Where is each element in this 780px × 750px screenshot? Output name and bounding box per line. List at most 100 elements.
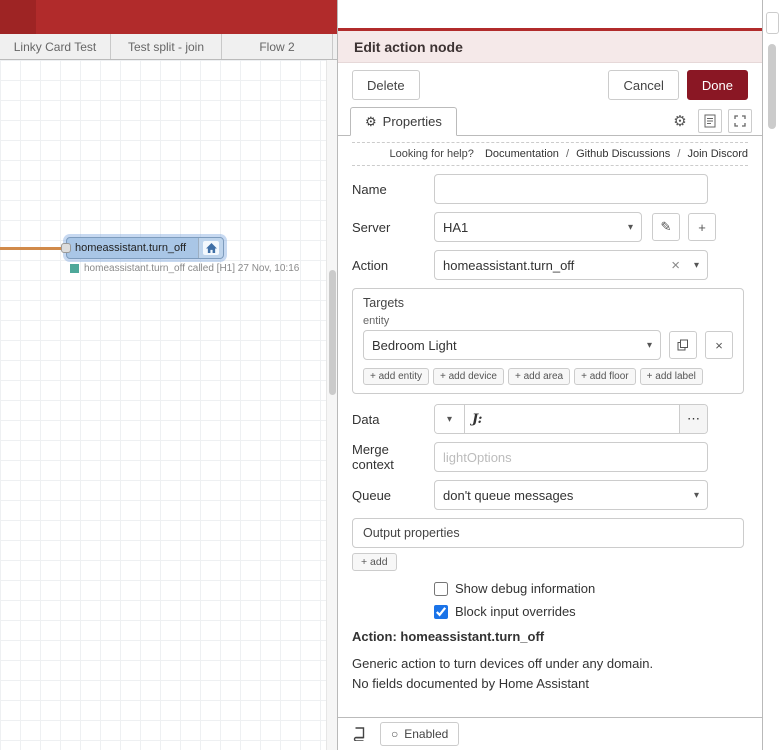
sidebar-scrollbar-thumb[interactable] [768, 44, 776, 129]
action-doc-line-2: No fields documented by Home Assistant [352, 675, 590, 691]
expand-icon [734, 115, 746, 127]
copy-entity-button[interactable] [669, 331, 697, 359]
tray-tab-icon-buttons: ⚙ [668, 109, 752, 133]
flow-canvas[interactable]: homeassistant.turn_off homeassistant.tur… [0, 60, 326, 750]
done-button[interactable]: Done [686, 70, 748, 100]
tray-footer: ○ Enabled [338, 717, 762, 750]
data-typed-input: ▾ J: ⋯ [434, 404, 708, 434]
expand-tray-button[interactable] [728, 109, 752, 133]
workspace-scrollbar[interactable] [326, 60, 337, 750]
merge-context-input[interactable] [434, 442, 708, 472]
merge-context-row: Merge context [352, 442, 708, 472]
show-debug-label: Show debug information [455, 581, 596, 596]
flow-tab-label: Flow 2 [259, 39, 295, 54]
node-enabled-toggle[interactable]: ○ Enabled [380, 722, 460, 746]
close-icon: × [715, 337, 723, 353]
flow-tab-test-split-join[interactable]: Test split - join [111, 34, 222, 59]
tray-toolbar: Delete Cancel Done [338, 63, 762, 107]
targets-section: Targets entity Bedroom Light ▾ × + add e… [352, 288, 744, 394]
queue-select[interactable]: don't queue messages ▾ [434, 480, 708, 510]
node-status: homeassistant.turn_off called [H1] 27 No… [70, 263, 299, 274]
copy-icon [677, 339, 688, 351]
status-dot-icon [70, 264, 79, 273]
documentation-link[interactable]: Documentation [485, 148, 559, 160]
flow-tab-flow-2[interactable]: Flow 2 [222, 34, 333, 59]
server-select[interactable]: HA1 ▾ [434, 212, 642, 242]
join-discord-link[interactable]: Join Discord [687, 148, 748, 160]
flow-tab-linky-card-test[interactable]: Linky Card Test [0, 34, 111, 59]
data-label: Data [352, 411, 380, 427]
github-discussions-link[interactable]: Github Discussions [576, 148, 670, 160]
help-separator: / [566, 148, 570, 160]
add-label-button[interactable]: + add label [639, 368, 703, 385]
add-server-button[interactable]: + [688, 213, 716, 241]
plus-icon: + [698, 219, 706, 235]
node-label: homeassistant.turn_off [75, 242, 187, 254]
add-floor-button[interactable]: + add floor [574, 368, 636, 385]
edit-server-button[interactable]: ✎ [652, 213, 680, 241]
action-doc-description: Generic action to turn devices off under… [352, 654, 744, 693]
cancel-button[interactable]: Cancel [608, 70, 679, 100]
help-separator: / [677, 148, 681, 160]
server-row: Server HA1 ▾ ✎ + [352, 212, 716, 242]
tab-properties-label: Properties [382, 114, 442, 129]
data-type-select[interactable]: ▾ [435, 405, 465, 433]
output-properties-title: Output properties [363, 526, 460, 540]
node-input-port[interactable] [61, 243, 71, 253]
tray-title: Edit action node [338, 31, 762, 63]
add-device-button[interactable]: + add device [432, 368, 504, 385]
node-settings-button[interactable]: ⚙ [668, 109, 692, 133]
action-combobox[interactable]: homeassistant.turn_off × ▾ [434, 250, 708, 280]
document-icon [704, 114, 716, 128]
entity-select[interactable]: Bedroom Light ▾ [363, 330, 661, 360]
menu-button[interactable] [0, 0, 36, 34]
pencil-icon: ✎ [660, 219, 672, 234]
action-value: homeassistant.turn_off [443, 257, 575, 273]
sidebar-edge-button[interactable] [766, 12, 779, 34]
name-input[interactable] [434, 174, 708, 204]
entity-row: Bedroom Light ▾ × [363, 330, 733, 360]
edit-tray: Edit action node Delete Cancel Done ⚙ Pr… [338, 28, 762, 750]
chevron-down-icon: ▾ [693, 489, 699, 501]
sidebar-edge [762, 0, 780, 750]
node-red-app: Linky Card Test Test split - join Flow 2… [0, 0, 780, 750]
debug-checkbox-row: Show debug information [434, 581, 744, 596]
action-doc-heading: Action: homeassistant.turn_off [352, 629, 545, 644]
merge-context-label: Merge context [352, 442, 394, 472]
data-input[interactable] [489, 405, 679, 433]
action-row: Action homeassistant.turn_off × ▾ [352, 250, 708, 280]
target-add-buttons: + add entity + add device + add area + a… [363, 368, 733, 385]
queue-select-value: don't queue messages [443, 487, 574, 503]
add-entity-button[interactable]: + add entity [363, 368, 429, 385]
data-row: Data ▾ J: ⋯ [352, 404, 708, 434]
remove-entity-button[interactable]: × [705, 331, 733, 359]
name-row: Name [352, 174, 708, 204]
entity-label: entity [363, 315, 390, 327]
properties-form: Name Server HA1 ▾ ✎ + Action homeassista… [338, 166, 762, 693]
delete-button[interactable]: Delete [352, 70, 420, 100]
block-input-overrides-checkbox[interactable] [434, 604, 448, 619]
clear-action-icon[interactable]: × [671, 257, 680, 274]
node-help-button[interactable] [348, 723, 370, 745]
node-homeassistant-turn-off[interactable]: homeassistant.turn_off [61, 237, 224, 259]
show-debug-checkbox[interactable] [434, 581, 448, 596]
add-area-button[interactable]: + add area [507, 368, 571, 385]
action-doc-line-1: Generic action to turn devices off under… [352, 656, 654, 671]
flow-tab-label: Test split - join [127, 39, 205, 54]
add-output-property-button[interactable]: + add [352, 553, 397, 571]
chevron-down-icon[interactable]: ▾ [690, 260, 699, 271]
edit-tray-column: Edit action node Delete Cancel Done ⚙ Pr… [337, 0, 762, 750]
expand-expression-button[interactable]: ⋯ [679, 405, 707, 433]
wire[interactable] [0, 247, 68, 250]
node-icon-box [198, 238, 223, 258]
node-description-button[interactable] [698, 109, 722, 133]
queue-row: Queue don't queue messages ▾ [352, 480, 708, 510]
book-icon [353, 727, 365, 741]
workspace-scrollbar-thumb[interactable] [329, 270, 336, 395]
flow-tab-bar: Linky Card Test Test split - join Flow 2 [0, 34, 337, 60]
chevron-down-icon: ▾ [627, 221, 633, 233]
app-header [0, 0, 337, 34]
tab-properties[interactable]: ⚙ Properties [350, 107, 457, 136]
gear-icon: ⚙ [673, 113, 687, 130]
queue-label: Queue [352, 487, 392, 503]
